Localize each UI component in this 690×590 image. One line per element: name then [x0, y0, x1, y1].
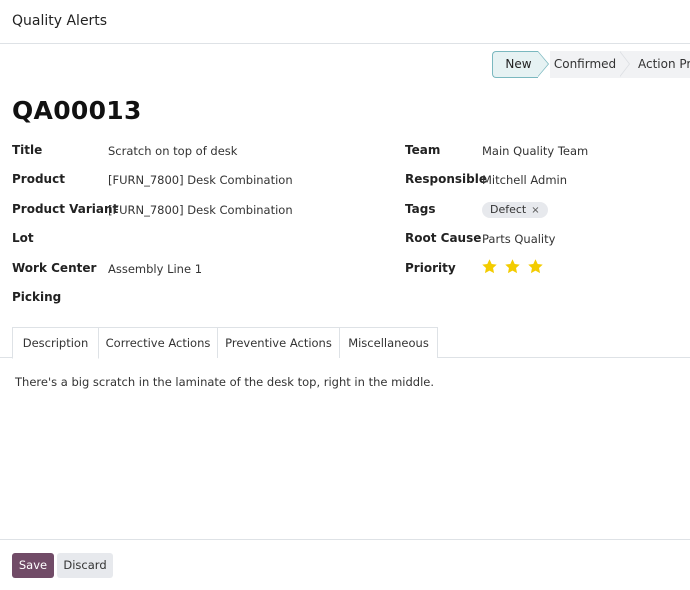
stage-confirmed[interactable]: Confirmed — [550, 51, 620, 78]
stage-separator-fill — [619, 51, 629, 77]
stage-new[interactable]: New — [492, 51, 538, 78]
star-icon[interactable] — [527, 258, 544, 275]
responsible-label: Responsible — [405, 172, 487, 186]
tags-label: Tags — [405, 202, 436, 216]
responsible-value[interactable]: Mitchell Admin — [482, 173, 567, 187]
tab-miscellaneous[interactable]: Miscellaneous — [339, 327, 438, 358]
work-center-label: Work Center — [12, 261, 97, 275]
root-cause-value[interactable]: Parts Quality — [482, 232, 555, 246]
priority-stars — [481, 258, 545, 279]
tag-label: Defect — [490, 203, 527, 216]
lot-value[interactable] — [108, 232, 288, 246]
product-value[interactable]: [FURN_7800] Desk Combination — [108, 173, 293, 187]
tab-description[interactable]: Description — [12, 327, 99, 359]
stage-action-proposed[interactable]: Action Pro — [631, 51, 690, 78]
picking-value[interactable] — [108, 291, 288, 305]
priority-label: Priority — [405, 261, 456, 275]
description-text[interactable]: There's a big scratch in the laminate of… — [15, 375, 434, 389]
tag-defect[interactable]: Defect × — [482, 202, 548, 218]
stage-arrow-fill — [538, 52, 548, 76]
top-bar: Quality Alerts — [0, 0, 690, 44]
breadcrumb-title[interactable]: Quality Alerts — [12, 13, 107, 29]
product-label: Product — [12, 172, 65, 186]
save-button[interactable]: Save — [12, 553, 54, 578]
discard-button[interactable]: Discard — [57, 553, 113, 578]
title-value[interactable]: Scratch on top of desk — [108, 144, 237, 158]
record-name[interactable]: QA00013 — [12, 96, 142, 125]
close-icon[interactable]: × — [531, 205, 539, 216]
status-bar: New Confirmed Action Pro — [492, 51, 690, 78]
star-icon[interactable] — [504, 258, 521, 275]
star-icon[interactable] — [481, 258, 498, 275]
title-label: Title — [12, 143, 43, 157]
picking-label: Picking — [12, 290, 62, 304]
tab-corrective-actions[interactable]: Corrective Actions — [98, 327, 218, 358]
team-value[interactable]: Main Quality Team — [482, 144, 588, 158]
root-cause-label: Root Cause — [405, 231, 482, 245]
lot-label: Lot — [12, 231, 34, 245]
product-variant-value[interactable]: [FURN_7800] Desk Combination — [108, 203, 293, 217]
tab-preventive-actions[interactable]: Preventive Actions — [217, 327, 340, 358]
footer-divider — [0, 539, 690, 540]
work-center-value[interactable]: Assembly Line 1 — [108, 262, 202, 276]
product-variant-label: Product Variant — [12, 202, 119, 216]
team-label: Team — [405, 143, 441, 157]
